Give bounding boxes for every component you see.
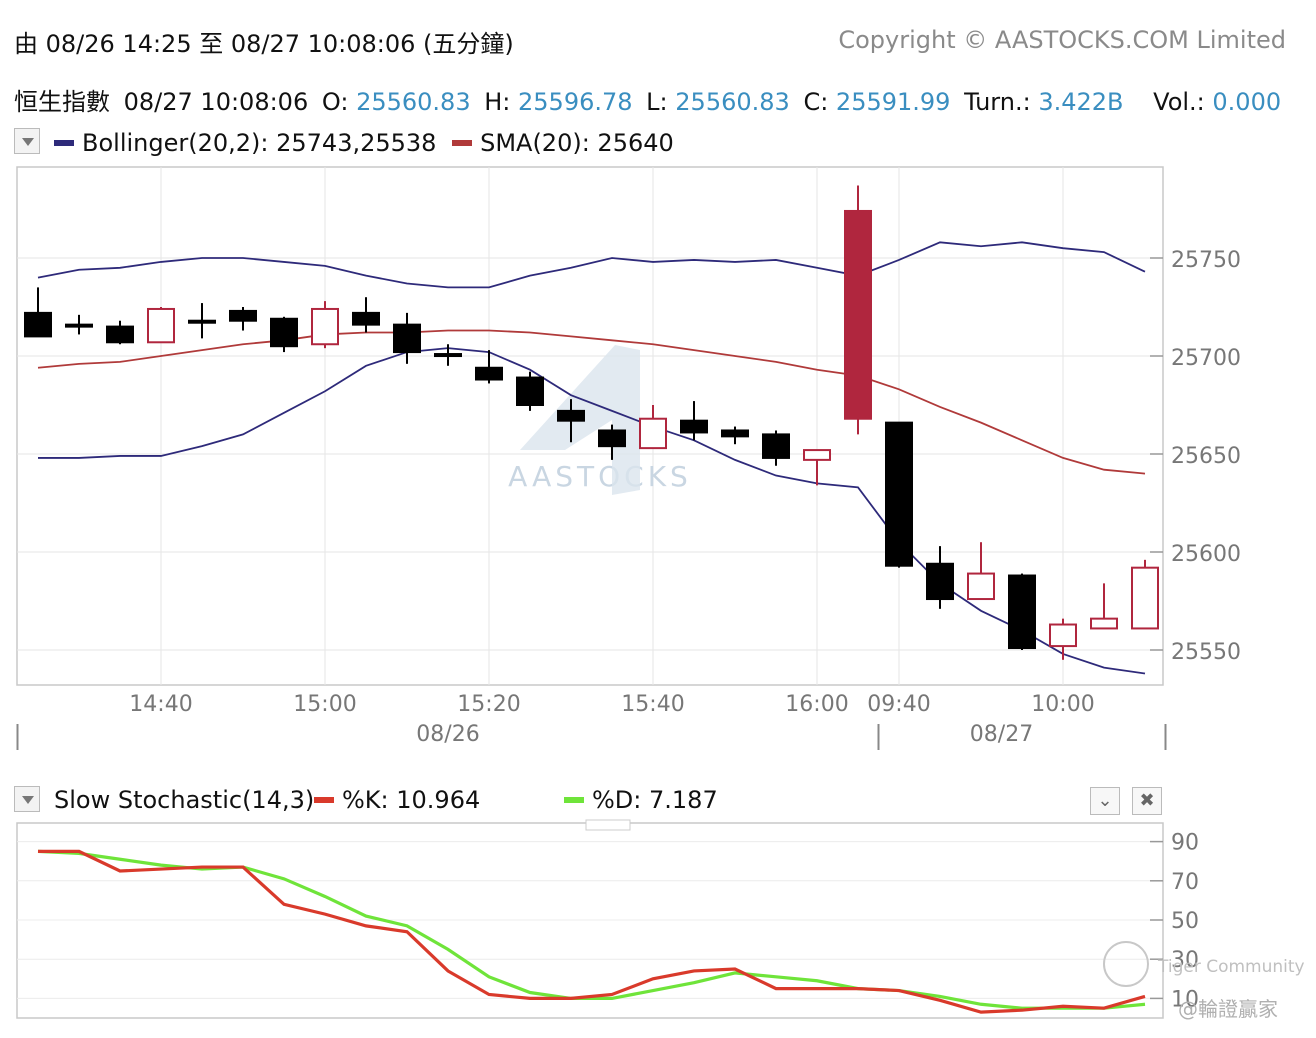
candle-body: [1008, 574, 1036, 650]
y-tick-label: 25650: [1171, 444, 1241, 469]
x-tick-label: 15:20: [457, 692, 520, 717]
candle-body: [762, 433, 790, 459]
candle-body: [65, 323, 93, 328]
y-tick-label: 25750: [1171, 248, 1241, 273]
tiger-watermark: Tiger Community: [1157, 957, 1305, 977]
candle-body: [803, 449, 831, 461]
candle-body: [1090, 617, 1118, 630]
candle-body: [639, 417, 667, 450]
resize-handle[interactable]: [585, 819, 631, 831]
x-tick-label: 09:40: [867, 692, 930, 717]
x-tick-label: 15:40: [621, 692, 684, 717]
y-tick-label: 90: [1171, 831, 1199, 856]
candle-body: [1049, 623, 1077, 648]
x-tick-label: 10:00: [1031, 692, 1094, 717]
candle-body: [967, 572, 995, 601]
candle-body: [1131, 566, 1159, 630]
x-tick-label: 16:00: [785, 692, 848, 717]
candle-body: [844, 209, 872, 420]
y-tick-label: 25700: [1171, 346, 1241, 371]
x-axis: 14:40 15:00 15:20 15:40 16:00 09:40 10:00 08/26…: [16, 692, 1167, 750]
candle-body: [434, 353, 462, 358]
candle-body: [147, 307, 175, 344]
date-label: 08/27: [970, 722, 1033, 747]
candle-body: [270, 317, 298, 348]
y-tick-label: 25550: [1171, 640, 1241, 665]
candle-body: [229, 309, 257, 322]
chart-canvas: AASTOCKS 25550 25600 25650 25700 25750 14:40…: [16, 166, 1305, 1021]
y-tick-label: 50: [1171, 909, 1199, 934]
y-tick-label: 25600: [1171, 542, 1241, 567]
candle-body: [311, 307, 339, 346]
tiger-cn-watermark: @輪證贏家: [1178, 997, 1278, 1021]
candle-body: [721, 429, 749, 438]
aastocks-watermark: AASTOCKS: [508, 460, 692, 493]
x-tick-label: 15:00: [293, 692, 356, 717]
candle-body: [557, 409, 585, 422]
candle-body: [885, 421, 913, 567]
candle-body: [24, 311, 52, 338]
candle-body: [598, 429, 626, 448]
candle-body: [516, 376, 544, 406]
x-tick-label: 14:40: [129, 692, 192, 717]
date-label: 08/26: [416, 722, 479, 747]
candle-body: [352, 311, 380, 326]
candle-body: [106, 325, 134, 344]
y-tick-label: 70: [1171, 870, 1199, 895]
candle-body: [680, 419, 708, 434]
candle-body: [926, 562, 954, 601]
candle-body: [475, 366, 503, 381]
candle-body: [393, 323, 421, 354]
candle-body: [188, 319, 216, 324]
